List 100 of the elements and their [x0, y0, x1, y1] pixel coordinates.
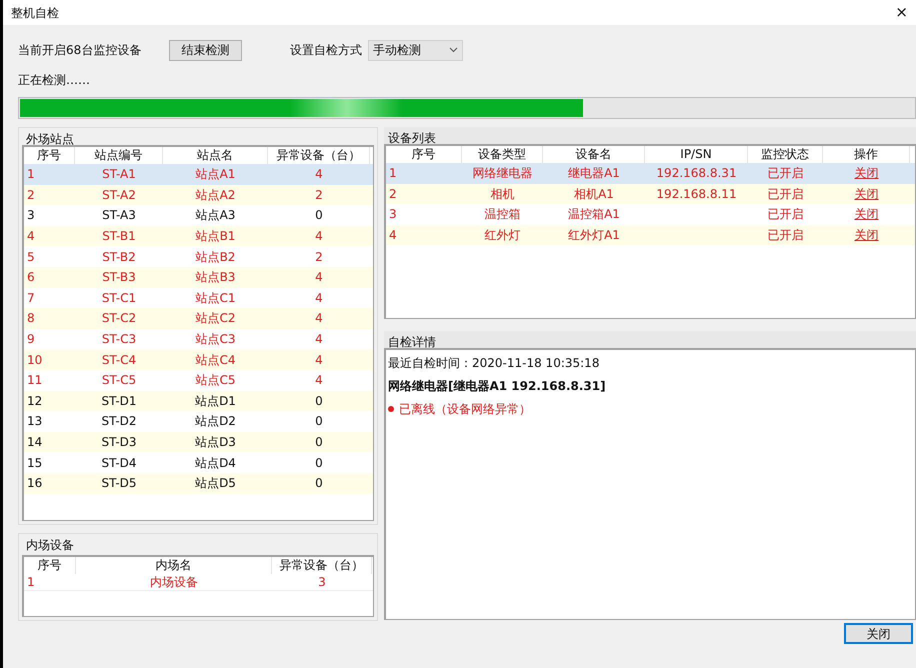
table-cell-text: 0: [314, 475, 324, 492]
table-cell-text: 相机: [490, 186, 516, 203]
table-cell-text: 12: [26, 392, 44, 410]
station-row[interactable]: 14 ST-D3 站点D3 0: [24, 432, 373, 452]
table-cell-text: 站点A2: [194, 186, 236, 204]
close-link[interactable]: 关闭: [854, 207, 878, 222]
table-cell-text: 3: [26, 207, 36, 224]
chevron-down-icon: [449, 47, 458, 53]
mode-select[interactable]: 手动检测: [368, 40, 463, 60]
table-cell-text: 温控箱A1: [567, 206, 621, 224]
table-cell-text: 14: [26, 434, 44, 452]
table-cell-text: 2: [314, 248, 324, 266]
station-row[interactable]: 12 ST-D1 站点D1 0: [24, 390, 373, 412]
station-row[interactable]: 4 ST-B1 站点B1 4: [24, 226, 373, 246]
table-cell-text: 3: [317, 574, 327, 591]
column-header[interactable]: 内场名: [76, 557, 272, 574]
table-cell-text: 站点D4: [194, 454, 237, 472]
table-cell-text: 4: [314, 310, 324, 328]
table-cell-text: 6: [26, 269, 36, 286]
table-cell-text: 站点B3: [194, 269, 236, 286]
table-cell-text: 内场设备: [149, 574, 199, 591]
table-cell-text: 0: [314, 413, 324, 430]
close-button[interactable]: ×: [891, 5, 912, 20]
group-title: 自检详情: [387, 336, 437, 348]
station-row[interactable]: 10 ST-C4 站点C4 4: [24, 349, 373, 370]
table-cell-text: 温控箱: [484, 206, 522, 224]
table-cell-text: ST-A3: [101, 207, 137, 224]
close-link[interactable]: 关闭: [854, 166, 878, 180]
device-count-label: 当前开启68台监控设备: [18, 42, 142, 59]
table-cell-text: 站点B1: [194, 228, 236, 246]
table-cell-text: 4: [314, 269, 324, 286]
column-header[interactable]: 序号: [24, 557, 76, 574]
table-cell-text: 15: [26, 454, 44, 472]
table-cell-text: 4: [26, 228, 36, 246]
table-cell-text: 红外灯A1: [567, 227, 621, 244]
table-cell-text: 10: [26, 352, 44, 369]
table-cell-text: 1: [26, 166, 36, 184]
close-button[interactable]: 关闭: [844, 623, 913, 644]
table-cell-text: 4: [388, 227, 398, 244]
table-cell-text: 继电器A1: [567, 165, 621, 182]
table-cell-text: ST-C4: [100, 352, 138, 369]
group-title: 设备列表: [387, 132, 437, 144]
column-header[interactable]: 异常设备（台）: [272, 557, 372, 574]
table-cell-text: 站点C1: [194, 290, 236, 307]
group-title: 内场设备: [25, 539, 75, 551]
device-row[interactable]: 2 相机 相机A1 192.168.8.11 已开启 关闭: [386, 184, 915, 204]
check-time: 最近自检时间：2020-11-18 10:35:18: [388, 355, 600, 372]
table-cell-text: 站点D5: [194, 475, 237, 492]
table-cell-text: 5: [26, 248, 36, 266]
table-cell-text: 网络继电器: [472, 165, 534, 182]
table-cell-text: 4: [314, 228, 324, 246]
table-cell-text: 4: [314, 352, 324, 369]
table-cell-text: 站点A1: [194, 166, 236, 184]
close-link[interactable]: 关闭: [854, 186, 878, 201]
table-cell-text: ST-D2: [100, 413, 138, 430]
table-cell-text: 9: [26, 331, 36, 348]
table-cell-text: ST-C2: [100, 310, 138, 328]
table-cell-text: ST-A2: [101, 186, 137, 204]
issue-text: 已离线（设备网络异常）: [399, 401, 531, 418]
table-cell-text: 2: [26, 186, 36, 204]
station-row[interactable]: 1 ST-A1 站点A1 4: [24, 164, 373, 185]
station-row[interactable]: 6 ST-B3 站点B3 4: [24, 266, 373, 288]
table-cell-text: ST-C5: [100, 372, 138, 390]
table-cell-text: 站点D1: [194, 392, 237, 410]
station-row[interactable]: 2 ST-A2 站点A2 2: [24, 184, 373, 206]
mode-label: 设置自检方式: [290, 42, 362, 59]
table-cell-text: ST-B2: [101, 248, 137, 266]
table-cell-text: 192.168.8.11: [655, 186, 738, 203]
table-cell-text: 0: [314, 434, 324, 452]
table-cell-text: 站点C4: [194, 352, 236, 369]
table-cell-text: 13: [26, 413, 44, 430]
table-cell-text: 站点C5: [194, 372, 236, 390]
device-heading: 网络继电器[继电器A1 192.168.8.31]: [388, 378, 607, 395]
table-cell-text: ST-C1: [100, 290, 138, 307]
table-cell-text: ST-C3: [100, 331, 138, 348]
table-cell-text: 相机A1: [573, 186, 615, 203]
table-cell-text: 1: [388, 165, 398, 182]
group-title: 外场站点: [25, 133, 75, 145]
table-cell-text: 站点D3: [194, 434, 237, 452]
table-cell-text: 站点A3: [194, 207, 236, 224]
stop-button[interactable]: 结束检测: [169, 40, 242, 60]
close-link[interactable]: 关闭: [854, 228, 878, 242]
table-cell-text: ST-D1: [100, 392, 138, 410]
table-cell-text: 7: [26, 290, 36, 307]
progress-label: 正在检测……: [18, 72, 90, 88]
table-cell-text: 0: [314, 454, 324, 472]
table-cell-text: 站点D2: [194, 413, 237, 430]
table-cell-text: ST-D4: [100, 454, 138, 472]
table-cell-text: 11: [26, 372, 44, 390]
infield-row[interactable]: 1 内场设备 3: [24, 574, 373, 591]
table-cell-text: 8: [26, 310, 36, 328]
device-row[interactable]: 4 红外灯 红外灯A1 已开启 关闭: [386, 224, 915, 246]
device-row[interactable]: 1 网络继电器 继电器A1 192.168.8.31 已开启 关闭: [386, 163, 915, 184]
station-row[interactable]: 8 ST-C2 站点C2 4: [24, 308, 373, 329]
station-row[interactable]: 16 ST-D5 站点D5 0: [24, 472, 373, 494]
table-cell-text: 2: [314, 186, 324, 204]
table-cell-text: 站点C2: [194, 310, 236, 328]
table-cell-text: ST-B3: [101, 269, 137, 286]
table-cell-text: 1: [26, 574, 36, 591]
table-cell-text: 2: [388, 186, 398, 203]
